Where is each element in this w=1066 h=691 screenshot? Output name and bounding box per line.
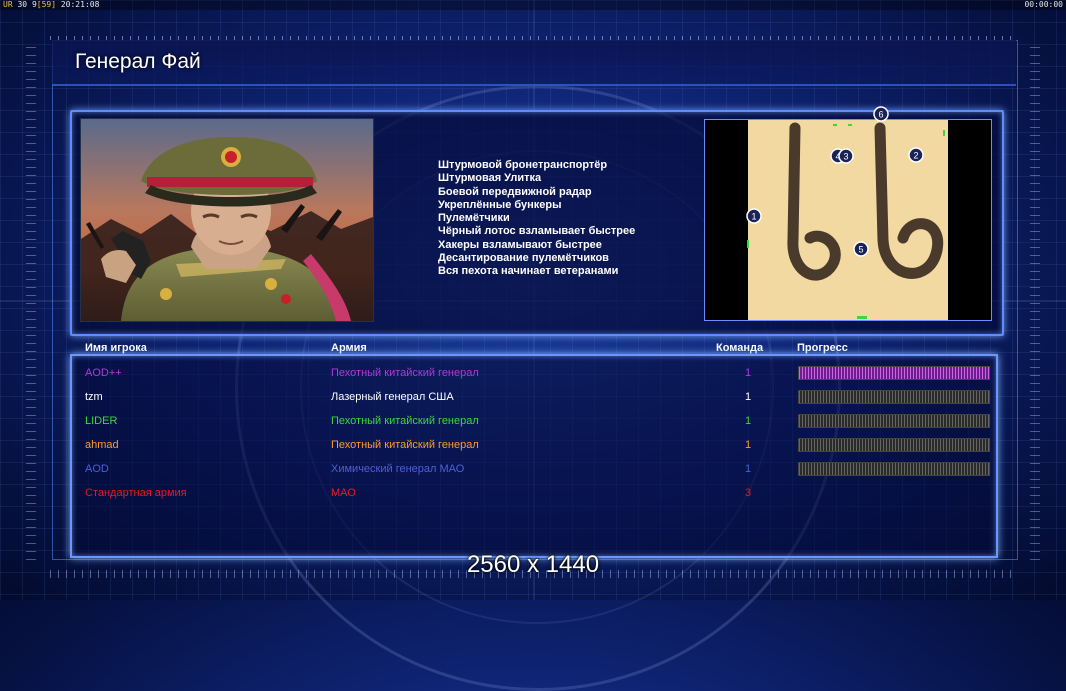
feature-item: Хакеры взламывают быстрее [438, 238, 602, 251]
feature-item: Десантирование пулемётчиков [438, 252, 609, 265]
player-row: Стандартная армия МАО 3 [0, 484, 1066, 504]
feature-item: Укреплённые бункеры [438, 198, 562, 211]
player-progress-bar [798, 390, 990, 404]
player-team: 1 [745, 463, 752, 475]
player-progress-bar [798, 414, 990, 428]
player-name: tzm [85, 391, 103, 403]
svg-text:3: 3 [843, 152, 848, 162]
svg-text:1: 1 [751, 212, 756, 222]
feature-item: Вся пехота начинает ветеранами [438, 265, 619, 278]
map-marker-2: 2 [908, 147, 924, 163]
column-header-progress: Прогресс [797, 342, 848, 354]
player-progress-bar [798, 462, 990, 476]
overlay-prefix: UR [3, 0, 13, 9]
overlay-stats: UR 30 9[59] 20:21:08 [3, 0, 99, 10]
player-army: Пехотный китайский генерал [331, 367, 479, 379]
player-name: Стандартная армия [85, 487, 187, 499]
svg-text:5: 5 [858, 245, 863, 255]
feature-item: Боевой передвижной радар [438, 185, 592, 198]
map-preview: 6 4 3 2 1 5 [704, 106, 992, 321]
player-name: ahmad [85, 439, 119, 451]
players-panel [70, 354, 998, 558]
map-marker-1: 1 [746, 208, 762, 224]
map-preview-image: 6 4 3 2 1 5 [746, 106, 948, 320]
player-progress-fill [799, 367, 989, 379]
overlay-value-a: 30 [17, 0, 28, 9]
general-portrait-image [81, 119, 373, 321]
player-row: tzm Лазерный генерал США 1 [0, 388, 1066, 408]
player-team: 1 [745, 415, 752, 427]
feature-item: Штурмовая Улитка [438, 172, 542, 185]
player-army: МАО [331, 487, 356, 499]
player-army: Лазерный генерал США [331, 391, 454, 403]
player-row: AOD++ Пехотный китайский генерал 1 [0, 364, 1066, 384]
column-header-team: Команда [716, 342, 764, 354]
player-team: 1 [745, 391, 752, 403]
map-marker-5: 5 [853, 241, 869, 257]
column-header-player: Имя игрока [85, 342, 147, 354]
player-progress-bar [798, 366, 990, 380]
player-row: LIDER Пехотный китайский генерал 1 [0, 412, 1066, 432]
player-team: 3 [745, 487, 752, 499]
ruler-left [26, 40, 36, 560]
player-name: LIDER [85, 415, 118, 427]
player-army: Химический генерал МАО [331, 463, 465, 475]
feature-item: Пулемётчики [438, 212, 510, 225]
svg-text:2: 2 [913, 151, 918, 161]
resolution-label: 2560 x 1440 [466, 551, 600, 578]
map-marker-6: 6 [873, 106, 889, 122]
general-features-list: Штурмовой бронетранспортёр Штурмовая Ули… [438, 159, 635, 279]
overlay-timer: 00:00:00 [1024, 0, 1063, 9]
player-army: Пехотный китайский генерал [331, 415, 479, 427]
player-row: AOD Химический генерал МАО 1 [0, 460, 1066, 480]
svg-text:6: 6 [878, 110, 883, 120]
overlay-clock: 20:21:08 [60, 0, 100, 9]
overlay-value-c: [59] [36, 0, 57, 9]
general-name-title: Генерал Фай [75, 50, 201, 73]
general-portrait [80, 118, 374, 322]
feature-item: Чёрный лотос взламывает быстрее [438, 225, 636, 238]
player-team: 1 [745, 439, 752, 451]
map-marker-3: 3 [838, 148, 854, 164]
ruler-right [1030, 40, 1040, 560]
player-team: 1 [745, 367, 752, 379]
player-row: ahmad Пехотный китайский генерал 1 [0, 436, 1066, 456]
player-progress-bar [798, 438, 990, 452]
fps-overlay: UR 30 9[59] 20:21:08 00:00:00 [0, 0, 1066, 10]
feature-item: Штурмовой бронетранспортёр [438, 159, 608, 171]
player-army: Пехотный китайский генерал [331, 439, 479, 451]
player-name: AOD [85, 463, 109, 475]
player-name: AOD++ [85, 367, 122, 379]
column-header-army: Армия [331, 342, 367, 354]
